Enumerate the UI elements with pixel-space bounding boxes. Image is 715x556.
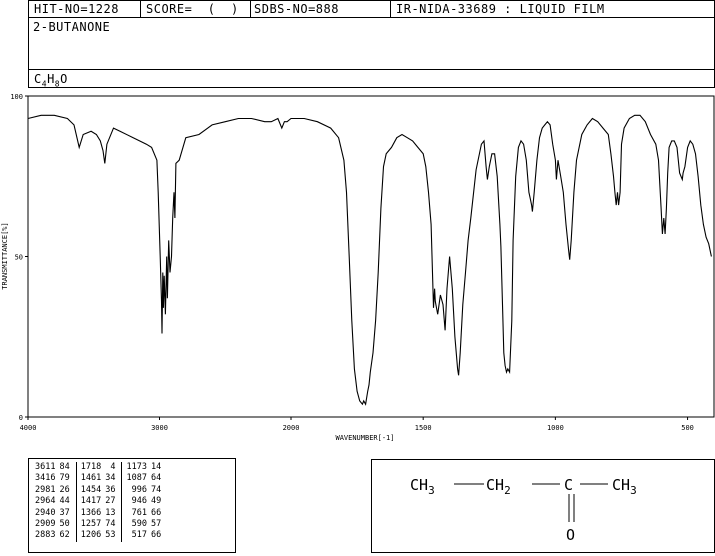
peak-wavenumber: 3611 [35, 462, 56, 472]
peak-transmittance: 44 [59, 496, 70, 507]
peak-transmittance: 37 [59, 507, 70, 518]
x-tick-label: 1000 [547, 424, 564, 432]
x-axis-label: WAVENUMBER[-1] [335, 434, 394, 442]
ch3-right-sub: 3 [630, 484, 637, 497]
peak-wavenumber: 1366 [75, 507, 104, 520]
peak-transmittance: 27 [105, 496, 116, 507]
peak-wavenumber: 2909 [35, 519, 56, 530]
peak-transmittance: 4 [110, 462, 116, 472]
peak-transmittance: 66 [150, 530, 162, 541]
peak-wavenumber: 3416 [35, 473, 56, 484]
axis-ticks: 4000 3000 2000 1500 1000 500 0 50 100 [10, 93, 694, 432]
peak-row: 3416 79 1461 34 1087 64 [33, 473, 167, 485]
peak-wavenumber: 1173 [121, 462, 149, 474]
oxygen: O [566, 526, 575, 544]
peak-transmittance: 36 [105, 484, 116, 495]
peak-wavenumber: 761 [121, 507, 149, 520]
peak-transmittance: 57 [150, 519, 162, 530]
peak-transmittance: 14 [150, 462, 162, 472]
peak-transmittance: 79 [59, 473, 70, 484]
structure-box: CH3 CH2 C CH3 O [371, 459, 715, 553]
peak-transmittance: 66 [150, 507, 162, 518]
peak-wavenumber: 1417 [75, 496, 104, 508]
peak-transmittance: 84 [59, 462, 70, 472]
peak-wavenumber: 1718 [75, 462, 104, 474]
peak-transmittance: 62 [59, 530, 70, 541]
peak-row: 2883 62 1206 53 517 66 [33, 530, 167, 542]
peak-wavenumber: 517 [121, 530, 149, 542]
peak-row: 2981 26 1454 36 996 74 [33, 484, 167, 497]
peak-transmittance: 13 [105, 507, 116, 518]
peak-table: 3611 84 1718 4 1173 14 3416 79 1461 34 1087 64 2981 2… [33, 462, 167, 542]
peak-transmittance: 74 [150, 484, 162, 495]
structure-diagram: CH3 CH2 C CH3 O [410, 476, 637, 544]
peak-wavenumber: 1454 [75, 484, 104, 497]
peak-wavenumber: 2940 [35, 507, 56, 518]
y-tick-label: 0 [19, 414, 23, 422]
peak-wavenumber: 2883 [35, 530, 56, 541]
carbonyl-carbon: C [564, 476, 573, 494]
x-tick-label: 4000 [20, 424, 37, 432]
peak-wavenumber: 1257 [75, 519, 104, 531]
peak-row: 2909 50 1257 74 590 57 [33, 519, 167, 531]
ch3-left: CH3 [410, 476, 435, 497]
peak-row: 2940 37 1366 13 761 66 [33, 507, 167, 520]
peak-wavenumber: 996 [121, 484, 149, 497]
x-tick-label: 500 [681, 424, 694, 432]
peak-transmittance: 26 [59, 484, 70, 495]
peak-transmittance: 74 [105, 519, 116, 530]
peak-transmittance: 34 [105, 473, 116, 484]
peak-wavenumber: 1087 [121, 473, 149, 485]
ir-spectrum-chart: 4000 3000 2000 1500 1000 500 0 50 100 WAVENUMBER… [1, 93, 715, 442]
ch2-sub: 2 [504, 484, 511, 497]
x-tick-label: 1500 [415, 424, 432, 432]
peak-wavenumber: 1206 [75, 530, 104, 542]
y-tick-label: 50 [15, 254, 23, 262]
peak-transmittance: 49 [150, 496, 162, 507]
peak-row: 2964 44 1417 27 946 49 [33, 496, 167, 508]
peak-table-box: 3611 84 1718 4 1173 14 3416 79 1461 34 1087 64 2981 2… [28, 458, 236, 553]
ch2: CH2 [486, 476, 511, 497]
spectrum-trace [27, 114, 712, 406]
peak-wavenumber: 2981 [35, 484, 56, 495]
peak-transmittance: 64 [150, 473, 162, 484]
ch3-right: CH3 [612, 476, 637, 497]
peak-wavenumber: 590 [121, 519, 149, 531]
peak-row: 3611 84 1718 4 1173 14 [33, 462, 167, 474]
x-tick-label: 2000 [283, 424, 300, 432]
peak-transmittance: 53 [105, 530, 116, 541]
peak-transmittance: 50 [59, 519, 70, 530]
y-tick-label: 100 [10, 93, 23, 101]
peak-wavenumber: 2964 [35, 496, 56, 507]
ch3-left-sub: 3 [428, 484, 435, 497]
y-axis-label: TRANSMITTANCE[%] [1, 222, 9, 289]
peak-wavenumber: 946 [121, 496, 149, 508]
peak-wavenumber: 1461 [75, 473, 104, 485]
x-tick-label: 3000 [151, 424, 168, 432]
